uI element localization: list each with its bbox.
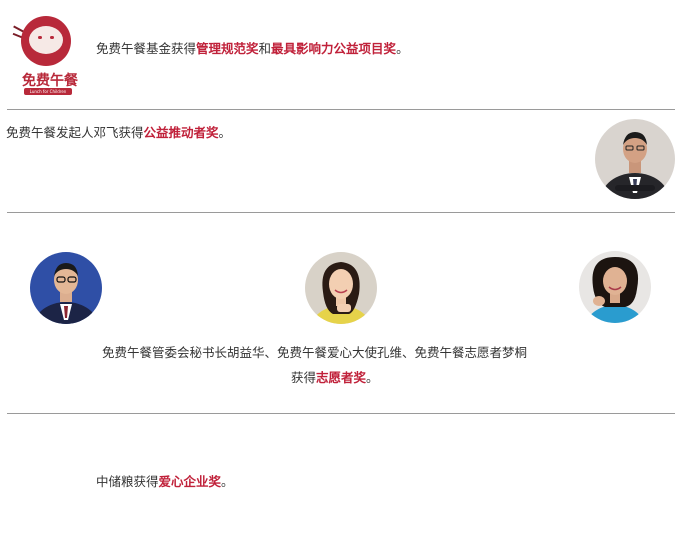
section2-text: 免费午餐发起人邓飞获得公益推动者奖。 (6, 124, 231, 142)
section1-text: 免费午餐基金获得管理规范奖和最具影响力公益项目奖。 (96, 40, 409, 58)
section2-prefix: 免费午餐发起人邓飞获得 (6, 125, 144, 140)
award-promoter: 公益推动者奖 (143, 125, 219, 140)
divider (7, 109, 675, 110)
section3-prefix: 获得 (291, 370, 317, 385)
divider (7, 413, 675, 414)
section1-prefix: 免费午餐基金获得 (96, 41, 197, 56)
portrait-avatar (305, 252, 377, 324)
logo-face (29, 26, 63, 54)
award-enterprise: 爱心企业奖 (158, 474, 222, 489)
logo-ribbon: Lunch for Children (24, 88, 72, 95)
portrait-avatar (30, 252, 102, 324)
award-influence: 最具影响力公益项目奖 (271, 41, 397, 56)
section3-line1: 免费午餐管委会秘书长胡益华、免费午餐爱心大使孔维、免费午餐志愿者梦桐 (102, 345, 528, 360)
free-lunch-logo: 免费午餐 Lunch for Children (12, 14, 80, 98)
section3-line2: 获得志愿者奖。 (291, 369, 379, 387)
logo-eye (50, 36, 54, 39)
portrait-avatar (595, 119, 675, 199)
section4-prefix: 中储粮获得 (96, 474, 159, 489)
logo-text: 免费午餐 (22, 73, 78, 89)
section4-suffix: 。 (221, 474, 234, 489)
divider (7, 212, 675, 213)
logo-eye (38, 36, 42, 39)
section1-joiner: 和 (258, 41, 272, 56)
section3-suffix: 。 (366, 370, 379, 385)
award-management: 管理规范奖 (196, 41, 259, 56)
award-volunteer: 志愿者奖 (316, 370, 367, 385)
section2-suffix: 。 (218, 125, 232, 140)
portrait-avatar (579, 251, 651, 323)
section1-suffix: 。 (396, 41, 409, 56)
section4-text: 中储粮获得爱心企业奖。 (96, 473, 234, 491)
